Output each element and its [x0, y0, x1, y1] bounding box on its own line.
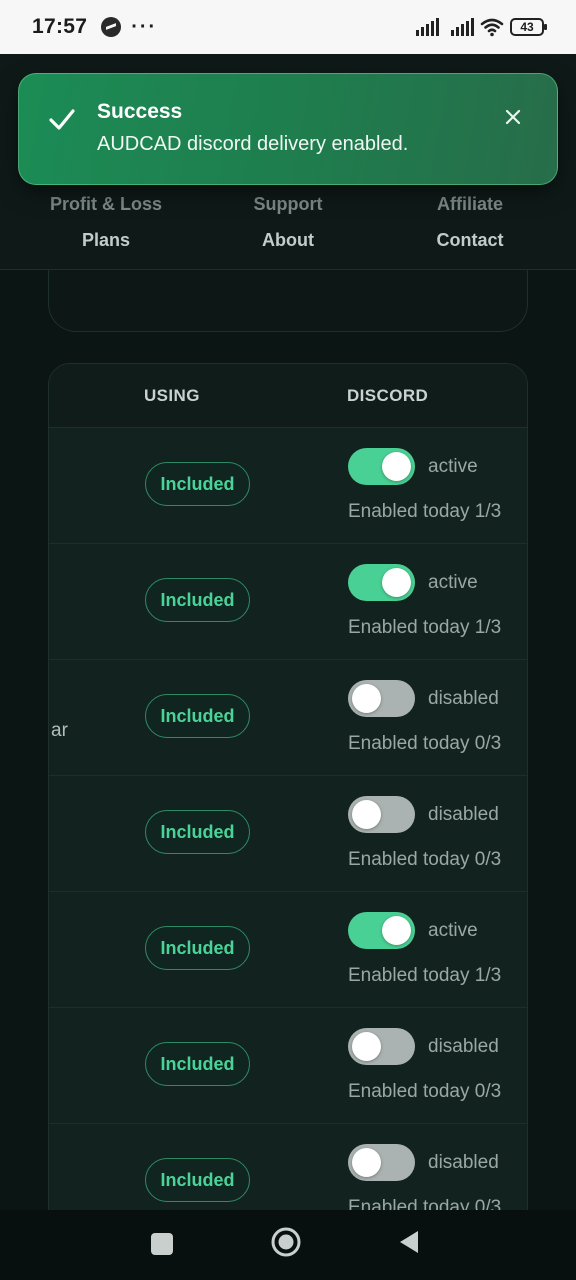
delivery-table: USING DISCORD Included active Enabled toda… [48, 363, 528, 1210]
toggle-state-label: active [428, 920, 478, 941]
toggle-knob [352, 800, 381, 829]
toggle-state-label: active [428, 572, 478, 593]
table-row: Included disabled Enabled today 0/3 [49, 1007, 527, 1123]
nav-link-profit-loss[interactable]: Profit & Loss [50, 194, 162, 215]
previous-card [48, 270, 528, 332]
toggle-state-label: disabled [428, 1036, 499, 1057]
status-bar: 17:57 ··· 43 [0, 0, 576, 54]
nav-link-affiliate[interactable]: Affiliate [437, 194, 503, 215]
signal-icon [416, 18, 439, 36]
included-badge: Included [145, 694, 250, 738]
toggle-knob [382, 916, 411, 945]
close-icon[interactable] [503, 107, 523, 127]
enabled-count: Enabled today 0/3 [348, 1081, 502, 1102]
discord-toggle[interactable] [348, 912, 415, 949]
included-badge: Included [145, 1158, 250, 1202]
main-content: USING DISCORD Included active Enabled toda… [0, 270, 576, 1210]
toggle-state-label: disabled [428, 688, 499, 709]
row-symbol-cell: ar [51, 720, 68, 741]
discord-toggle[interactable] [348, 1028, 415, 1065]
table-row: Included active Enabled today 1/3 [49, 427, 527, 543]
included-badge: Included [145, 810, 250, 854]
enabled-count: Enabled today 1/3 [348, 965, 502, 986]
toast-title: Success [97, 100, 183, 123]
column-header-discord: DISCORD [347, 386, 429, 405]
table-row: Included disabled Enabled today 0/3 [49, 1123, 527, 1210]
discord-toggle[interactable] [348, 448, 415, 485]
included-badge: Included [145, 462, 250, 506]
toggle-knob [382, 568, 411, 597]
nav-link-support[interactable]: Support [254, 194, 323, 215]
messenger-icon [101, 17, 122, 37]
status-time: 17:57 [32, 15, 88, 38]
enabled-count: Enabled today 1/3 [348, 617, 502, 638]
enabled-count: Enabled today 0/3 [348, 733, 502, 754]
table-body: Included active Enabled today 1/3 Included a… [49, 427, 527, 1210]
discord-toggle[interactable] [348, 564, 415, 601]
more-notifications-icon: ··· [131, 15, 158, 38]
enabled-count: Enabled today 0/3 [348, 849, 502, 870]
success-toast: Success AUDCAD discord delivery enabled. [18, 73, 558, 185]
toggle-state-label: disabled [428, 1152, 499, 1173]
recents-icon[interactable] [150, 1232, 174, 1256]
table-row: ar Included disabled Enabled today 0/3 [49, 659, 527, 775]
discord-toggle[interactable] [348, 680, 415, 717]
included-badge: Included [145, 578, 250, 622]
battery-level: 43 [520, 20, 534, 34]
toggle-knob [382, 452, 411, 481]
nav-link-plans[interactable]: Plans [82, 230, 130, 251]
discord-toggle[interactable] [348, 796, 415, 833]
check-icon [49, 109, 75, 130]
column-header-using: USING [144, 386, 200, 405]
toggle-knob [352, 684, 381, 713]
toggle-state-label: active [428, 456, 478, 477]
battery-icon: 43 [510, 18, 547, 36]
wifi-icon [480, 18, 504, 37]
toast-message: AUDCAD discord delivery enabled. [97, 133, 409, 155]
included-badge: Included [145, 926, 250, 970]
table-row: Included active Enabled today 1/3 [49, 543, 527, 659]
back-icon[interactable] [397, 1229, 421, 1255]
discord-toggle[interactable] [348, 1144, 415, 1181]
enabled-count: Enabled today 0/3 [348, 1197, 502, 1210]
toggle-state-label: disabled [428, 804, 499, 825]
toggle-knob [352, 1148, 381, 1177]
toggle-knob [352, 1032, 381, 1061]
signal-icon [451, 18, 474, 36]
home-icon[interactable] [270, 1226, 302, 1258]
nav-link-about[interactable]: About [262, 230, 314, 251]
nav-link-contact[interactable]: Contact [437, 230, 504, 251]
table-row: Included active Enabled today 1/3 [49, 891, 527, 1007]
enabled-count: Enabled today 1/3 [348, 501, 502, 522]
table-header: USING DISCORD [49, 364, 527, 427]
included-badge: Included [145, 1042, 250, 1086]
table-row: Included disabled Enabled today 0/3 [49, 775, 527, 891]
system-nav-bar [0, 1210, 576, 1280]
